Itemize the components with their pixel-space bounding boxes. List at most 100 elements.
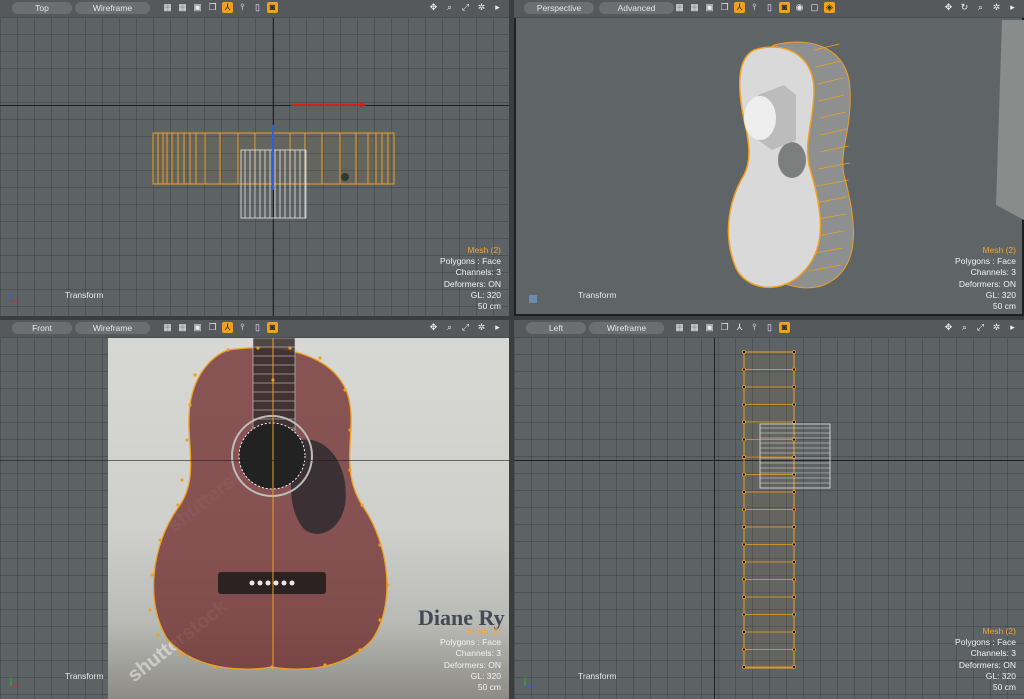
channels-count: Channels: 3 bbox=[455, 648, 501, 659]
mesh-vertex bbox=[271, 378, 275, 382]
move-view-icon[interactable]: ✥ bbox=[943, 2, 954, 13]
grid-icon[interactable]: ▦ bbox=[162, 2, 173, 13]
square-icon[interactable]: ▣ bbox=[192, 322, 203, 333]
frame-icon[interactable]: ▢ bbox=[809, 2, 820, 13]
mesh-select-icon[interactable]: ◙ bbox=[779, 2, 790, 13]
play-icon[interactable]: ▸ bbox=[492, 322, 503, 333]
square-icon[interactable]: ▣ bbox=[704, 322, 715, 333]
mesh-select-icon[interactable]: ◙ bbox=[779, 322, 790, 333]
pin-icon[interactable]: ▯ bbox=[764, 322, 775, 333]
move-view-icon[interactable]: ✥ bbox=[943, 322, 954, 333]
mesh-vertex bbox=[742, 507, 746, 512]
mesh-vertex bbox=[742, 595, 746, 599]
view-dropdown[interactable]: Left bbox=[526, 322, 586, 334]
zoom-icon[interactable]: ⌕ bbox=[444, 322, 455, 333]
play-icon[interactable]: ▸ bbox=[1007, 2, 1018, 13]
mesh-vertex bbox=[742, 385, 746, 389]
shading-dropdown[interactable]: Wireframe bbox=[75, 2, 150, 14]
gear-icon[interactable]: ✲ bbox=[476, 322, 487, 333]
mesh-vertex bbox=[176, 503, 180, 507]
pin-icon[interactable]: ▯ bbox=[764, 2, 775, 13]
perspective-scene[interactable] bbox=[514, 0, 1024, 316]
bridge bbox=[218, 572, 326, 594]
zoom-icon[interactable]: ⌕ bbox=[444, 2, 455, 13]
view-dropdown[interactable]: Front bbox=[12, 322, 72, 334]
gear-icon[interactable]: ✲ bbox=[991, 2, 1002, 13]
zoom-icon[interactable]: ⌕ bbox=[975, 2, 986, 13]
view-dropdown[interactable]: Perspective bbox=[524, 2, 594, 14]
mesh-vertex bbox=[148, 608, 152, 612]
mesh-vertex bbox=[742, 350, 746, 354]
move-view-icon[interactable]: ✥ bbox=[428, 322, 439, 333]
transform-label: Transform bbox=[578, 671, 617, 681]
vertex-icon[interactable]: ⫯ bbox=[237, 322, 248, 333]
person-icon[interactable]: ⅄ bbox=[734, 2, 745, 13]
grid-small-icon[interactable]: ▦ bbox=[177, 322, 188, 333]
camera-icon[interactable]: ◉ bbox=[794, 2, 805, 13]
shading-dropdown[interactable]: Wireframe bbox=[75, 322, 150, 334]
x-gizmo-head[interactable] bbox=[360, 102, 366, 108]
mesh-vertex bbox=[742, 490, 746, 494]
x-axis-line bbox=[0, 460, 509, 461]
person-icon[interactable]: ⅄ bbox=[222, 322, 233, 333]
viewport-perspective[interactable]: Perspective Advanced ▦ ▦ ▣ ❐ ⅄ ⫯ ▯ ◙ ◉ ▢… bbox=[514, 0, 1024, 316]
grid-small-icon[interactable]: ▦ bbox=[177, 2, 188, 13]
mesh-vertex bbox=[792, 542, 796, 547]
viewport-front[interactable]: Diane Ry shutterstock shutterstock Front… bbox=[0, 320, 509, 699]
fit-icon[interactable]: ⤢ bbox=[460, 322, 471, 333]
gl-count: GL: 320 bbox=[985, 289, 1016, 300]
front-scene[interactable] bbox=[0, 320, 509, 699]
square-icon[interactable]: ▣ bbox=[704, 2, 715, 13]
rotate-view-icon[interactable]: ↻ bbox=[959, 2, 970, 13]
gear-icon[interactable]: ✲ bbox=[991, 322, 1002, 333]
transform-label: Transform bbox=[65, 671, 104, 681]
layers-icon[interactable]: ❐ bbox=[719, 322, 730, 333]
layers-icon[interactable]: ❐ bbox=[207, 322, 218, 333]
mesh-select-icon[interactable]: ◙ bbox=[267, 322, 278, 333]
mesh-select-icon[interactable]: ◙ bbox=[267, 2, 278, 13]
person-icon[interactable]: ⅄ bbox=[734, 322, 745, 333]
fit-icon[interactable]: ⤢ bbox=[975, 322, 986, 333]
viewport-top[interactable]: Top Wireframe ▦ ▦ ▣ ❐ ⅄ ⫯ ▯ ◙ ✥ ⌕ ⤢ ✲ ▸ bbox=[0, 0, 509, 316]
square-icon[interactable]: ▣ bbox=[192, 2, 203, 13]
vertex-icon[interactable]: ⫯ bbox=[749, 322, 760, 333]
pin-icon[interactable]: ▯ bbox=[252, 322, 263, 333]
fit-icon[interactable]: ⤢ bbox=[460, 2, 471, 13]
grid-icon[interactable]: ▦ bbox=[674, 2, 685, 13]
pin-icon[interactable]: ▯ bbox=[252, 2, 263, 13]
viewport-left[interactable]: Left Wireframe ▦ ▦ ▣ ❐ ⅄ ⫯ ▯ ◙ ✥ ⌕ ⤢ ✲ ▸… bbox=[514, 320, 1024, 699]
axis-widget-icon bbox=[529, 295, 537, 303]
view-dropdown[interactable]: Top bbox=[12, 2, 72, 14]
mesh-vertex bbox=[150, 573, 154, 577]
play-icon[interactable]: ▸ bbox=[1007, 322, 1018, 333]
mesh-count: Mesh (2) bbox=[467, 245, 501, 255]
mesh-vertex bbox=[742, 420, 746, 424]
gear-icon[interactable]: ✲ bbox=[476, 2, 487, 13]
person-icon[interactable]: ⅄ bbox=[222, 2, 233, 13]
polygons-mode: Polygons : Face bbox=[955, 637, 1016, 648]
bridge-pin bbox=[281, 580, 287, 586]
move-view-icon[interactable]: ✥ bbox=[428, 2, 439, 13]
left-wireframe[interactable] bbox=[514, 320, 1024, 699]
play-icon[interactable]: ▸ bbox=[492, 2, 503, 13]
mesh-vertex bbox=[358, 648, 362, 652]
shading-dropdown[interactable]: Advanced bbox=[599, 2, 674, 14]
render-icon[interactable]: ◈ bbox=[824, 2, 835, 13]
polygons-mode: Polygons : Face bbox=[955, 256, 1016, 267]
vertex-icon[interactable]: ⫯ bbox=[237, 2, 248, 13]
shading-dropdown[interactable]: Wireframe bbox=[589, 322, 664, 334]
zoom-icon[interactable]: ⌕ bbox=[959, 322, 970, 333]
bridge-pin bbox=[257, 580, 263, 586]
top-wireframe[interactable] bbox=[0, 0, 509, 316]
bridge-pin bbox=[265, 580, 271, 586]
vertex-icon[interactable]: ⫯ bbox=[749, 2, 760, 13]
grid-small-icon[interactable]: ▦ bbox=[689, 322, 700, 333]
layers-icon[interactable]: ❐ bbox=[207, 2, 218, 13]
grid-icon[interactable]: ▦ bbox=[162, 322, 173, 333]
layers-icon[interactable]: ❐ bbox=[719, 2, 730, 13]
mesh-vertex bbox=[742, 472, 746, 477]
mesh-vertex bbox=[792, 525, 796, 529]
mesh-vertex bbox=[742, 630, 746, 634]
grid-icon[interactable]: ▦ bbox=[674, 322, 685, 333]
grid-small-icon[interactable]: ▦ bbox=[689, 2, 700, 13]
